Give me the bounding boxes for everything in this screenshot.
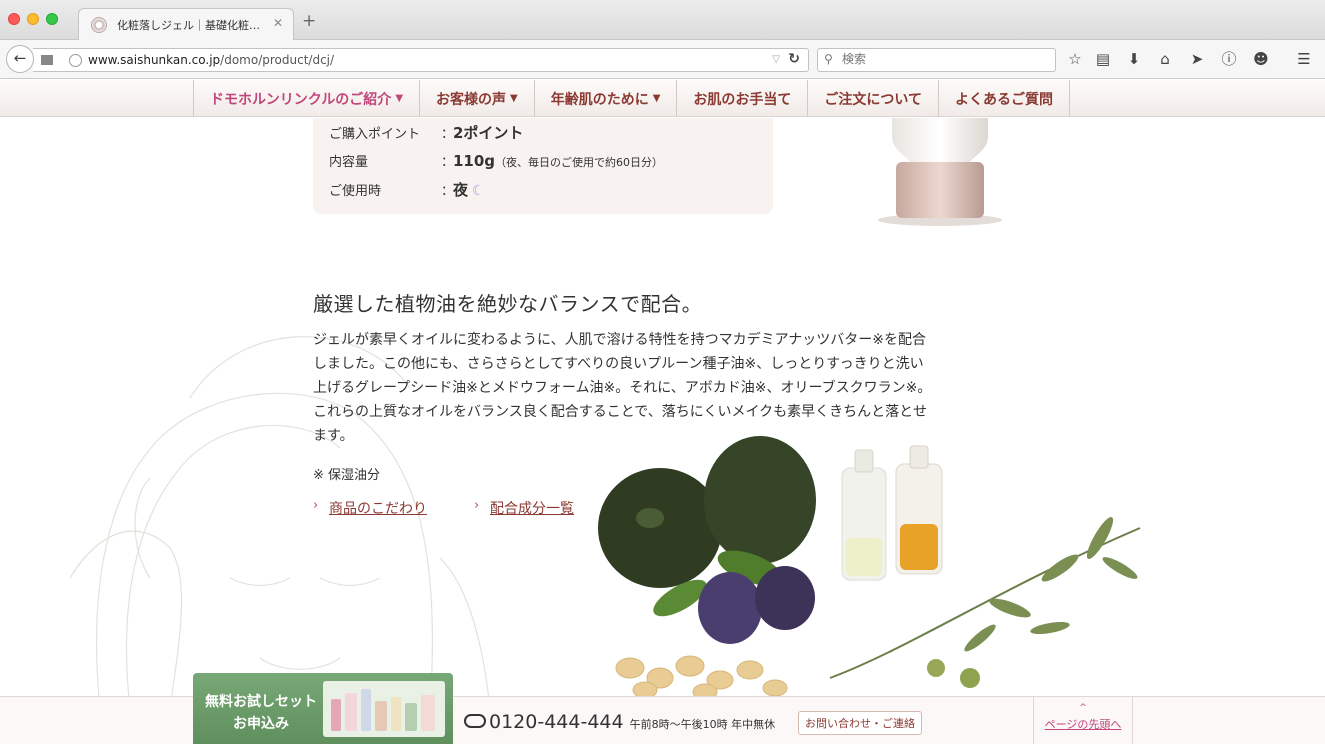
ingredients-list-link[interactable]: 配合成分一覧: [490, 498, 574, 518]
chat-icon[interactable]: ☻: [1251, 50, 1271, 68]
reload-icon[interactable]: ↻: [788, 51, 800, 67]
page-top-label: ページの先頭へ: [1044, 718, 1122, 731]
section-heading: 厳選した植物油を絶妙なバランスで配合。: [313, 292, 703, 316]
reading-list-icon[interactable]: ▤: [1093, 50, 1113, 68]
ingredients-photo: [598, 436, 1141, 696]
moisturizing-oil-note: ※ 保湿油分: [313, 468, 381, 483]
page-top-link[interactable]: ^ ページの先頭へ: [1033, 697, 1133, 744]
bottom-bar: 無料お試しセット お申込み 0120-444-444 午前8時〜午後10時 年中無…: [0, 673, 1325, 744]
close-window-button[interactable]: [8, 13, 20, 25]
phone-number[interactable]: 0120-444-444 午前8時〜午後10時 年中無休: [464, 711, 775, 733]
points-value: 2ポイント: [453, 124, 524, 142]
globe-icon: [69, 54, 82, 67]
back-button[interactable]: ←: [6, 45, 34, 73]
trial-text: 無料お試しセット お申込み: [205, 694, 317, 732]
url-text[interactable]: www.saishunkan.co.jp/domo/product/dcj/: [88, 53, 334, 67]
browser-titlebar: 化粧落しジェル｜基礎化粧… ✕ +: [0, 0, 1325, 40]
phone-hours: 午前8時〜午後10時 年中無休: [629, 718, 776, 731]
chevron-down-icon: ▼: [395, 93, 404, 104]
product-info-box: ご購入ポイント ：2ポイント 内容量 ：110g（夜、毎日のご使用で約60日分） ご…: [313, 118, 773, 214]
send-icon[interactable]: ➤: [1187, 50, 1207, 68]
chevron-down-icon: ▼: [510, 93, 518, 104]
usage-time-value: 夜: [453, 181, 469, 199]
search-icon: ⚲: [824, 52, 833, 66]
chevron-up-icon: ^: [1079, 703, 1087, 713]
menu-icon[interactable]: ☰: [1294, 50, 1314, 68]
info-icon[interactable]: ⓘ: [1219, 50, 1239, 68]
search-input[interactable]: [842, 52, 1042, 66]
chevron-down-icon: ▼: [652, 93, 661, 104]
volume-value: 110g: [453, 152, 496, 170]
tab-title: 化粧落しジェル｜基礎化粧…: [117, 19, 260, 32]
browser-navbar: www.saishunkan.co.jp/domo/product/dcj/ ▽…: [0, 40, 1325, 79]
search-bar[interactable]: ⚲: [817, 48, 1056, 72]
free-trial-banner[interactable]: 無料お試しセット お申込み: [193, 673, 453, 744]
usage-time-row: ご使用時 ：夜 ☾: [329, 181, 485, 199]
contact-button[interactable]: お問い合わせ・ご連絡: [798, 711, 922, 735]
main-content: ご購入ポイント ：2ポイント 内容量 ：110g（夜、毎日のご使用で約60日分） ご…: [0, 118, 1325, 696]
download-icon[interactable]: ⬇: [1124, 50, 1144, 68]
points-row: ご購入ポイント ：2ポイント: [329, 124, 524, 142]
home-icon[interactable]: ⌂: [1155, 50, 1175, 68]
freedial-icon: [464, 713, 486, 728]
reader-view-icon[interactable]: [41, 55, 53, 65]
chevron-right-icon: ›: [474, 498, 480, 513]
volume-row: 内容量 ：110g（夜、毎日のご使用で約60日分）: [329, 152, 664, 170]
bookmark-star-icon[interactable]: ☆: [1065, 50, 1085, 68]
nav-item-aging-skin[interactable]: 年齢肌のために ▼: [533, 80, 677, 117]
new-tab-button[interactable]: +: [302, 13, 316, 30]
minimize-window-button[interactable]: [27, 13, 39, 25]
nav-item-skin-care[interactable]: お肌のお手当て: [676, 80, 807, 117]
nav-item-introduction[interactable]: ドモホルンリンクルのご紹介 ▼: [193, 80, 419, 117]
site-navigation: ドモホルンリンクルのご紹介 ▼ お客様の声 ▼ 年齢肌のために ▼ お肌のお手当て ご…: [0, 80, 1325, 117]
trial-products-image: [323, 681, 445, 737]
url-dropdown-icon[interactable]: ▽: [772, 54, 780, 65]
url-bar[interactable]: www.saishunkan.co.jp/domo/product/dcj/ ▽…: [33, 48, 809, 72]
tab-close-icon[interactable]: ✕: [273, 16, 283, 30]
nav-item-customer-voice[interactable]: お客様の声 ▼: [419, 80, 534, 117]
browser-tab[interactable]: 化粧落しジェル｜基礎化粧… ✕: [78, 8, 294, 40]
moon-icon: ☾: [472, 183, 485, 199]
chevron-right-icon: ›: [313, 498, 319, 513]
product-tube-image: [878, 118, 1002, 226]
favicon-icon: [91, 17, 107, 33]
zoom-window-button[interactable]: [46, 13, 58, 25]
nav-item-faq[interactable]: よくあるご質問: [938, 80, 1071, 117]
product-commitment-link[interactable]: 商品のこだわり: [329, 498, 427, 518]
nav-item-ordering[interactable]: ご注文について: [807, 80, 938, 117]
